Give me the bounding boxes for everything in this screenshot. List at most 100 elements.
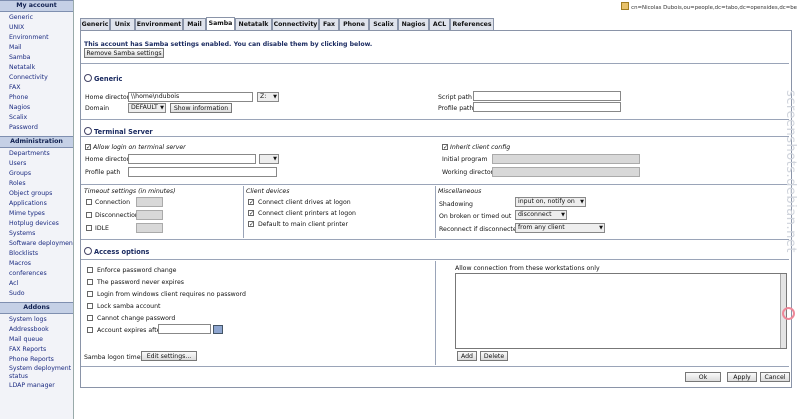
script-path-input[interactable] — [473, 91, 621, 101]
password-never-expires-checkbox[interactable] — [87, 279, 93, 285]
apply-button[interactable]: Apply — [727, 372, 757, 382]
connect-drives-checkbox[interactable]: ✓ — [248, 199, 254, 206]
no-password-login-checkbox[interactable] — [87, 291, 93, 297]
sidebar-item-departments[interactable]: Departments — [9, 149, 73, 159]
profile-path-label: Profile path — [438, 105, 474, 112]
ts-home-directory-input[interactable] — [128, 154, 256, 164]
sidebar-item-blocklists[interactable]: Blocklists — [9, 249, 73, 259]
sidebar-item-connectivity[interactable]: Connectivity — [9, 73, 73, 83]
sidebar: My account Generic UNIX Environment Mail… — [0, 0, 74, 419]
cannot-change-password-label: Cannot change password — [97, 315, 176, 322]
edit-settings-button[interactable]: Edit settings... — [141, 351, 197, 361]
sidebar-item-software-deployment[interactable]: Software deployment — [9, 239, 73, 249]
section-terminal-server: Terminal Server — [84, 127, 153, 136]
idle-checkbox[interactable] — [86, 225, 92, 231]
sidebar-item-groups[interactable]: Groups — [9, 169, 73, 179]
sidebar-item-nagios[interactable]: Nagios — [9, 103, 73, 113]
connection-checkbox[interactable] — [86, 199, 92, 205]
sidebar-item-roles[interactable]: Roles — [9, 179, 73, 189]
show-information-button[interactable]: Show information — [170, 103, 232, 113]
sidebar-item-object-groups[interactable]: Object groups — [9, 189, 73, 199]
sidebar-item-netatalk[interactable]: Netatalk — [9, 63, 73, 73]
domain-select[interactable]: DEFAULT ▼ — [128, 103, 166, 113]
initial-program-input[interactable] — [492, 154, 640, 164]
terminal-icon — [84, 127, 92, 135]
samba-status-text: This account has Samba settings enabled.… — [84, 41, 373, 48]
sidebar-item-samba[interactable]: Samba — [9, 53, 73, 63]
sidebar-item-generic[interactable]: Generic — [9, 13, 73, 23]
sidebar-item-unix[interactable]: UNIX — [9, 23, 73, 33]
disconnection-timeout-input[interactable] — [136, 210, 163, 220]
profile-path-input[interactable] — [473, 102, 621, 112]
default-printer-checkbox[interactable]: ✓ — [248, 221, 254, 228]
tab-fax[interactable]: Fax — [319, 18, 339, 30]
sidebar-item-fax-reports[interactable]: FAX Reports — [9, 345, 73, 355]
workstations-list[interactable] — [455, 273, 787, 349]
allow-login-checkbox[interactable]: ✓ — [85, 144, 91, 151]
ts-drive-select[interactable]: ▼ — [259, 154, 279, 164]
sidebar-item-macros[interactable]: Macros — [9, 259, 73, 269]
sidebar-item-mime-types[interactable]: Mime types — [9, 209, 73, 219]
tab-mail[interactable]: Mail — [183, 18, 206, 30]
tab-phone[interactable]: Phone — [339, 18, 369, 30]
ok-button[interactable]: Ok — [685, 372, 721, 382]
tab-references[interactable]: References — [450, 18, 494, 30]
tab-unix[interactable]: Unix — [110, 18, 135, 30]
sidebar-item-environment[interactable]: Environment — [9, 33, 73, 43]
sidebar-item-systems[interactable]: Systems — [9, 229, 73, 239]
tab-connectivity[interactable]: Connectivity — [272, 18, 319, 30]
sidebar-item-acl[interactable]: Acl — [9, 279, 73, 289]
connection-timeout-input[interactable] — [136, 197, 163, 207]
home-directory-input[interactable]: \\home\ndubois — [128, 92, 253, 102]
delete-workstation-button[interactable]: Delete — [480, 351, 508, 361]
sidebar-item-fax[interactable]: FAX — [9, 83, 73, 93]
sidebar-item-scalix[interactable]: Scalix — [9, 113, 73, 123]
sidebar-item-password[interactable]: Password — [9, 123, 73, 133]
inherit-client-config-checkbox[interactable]: ✓ — [442, 144, 448, 151]
sidebar-item-users[interactable]: Users — [9, 159, 73, 169]
account-expiry-date-input[interactable] — [158, 324, 211, 334]
connect-printers-checkbox[interactable]: ✓ — [248, 210, 254, 217]
account-expires-checkbox[interactable] — [87, 327, 93, 333]
account-expires-label: Account expires after — [97, 327, 163, 334]
sidebar-item-phone-reports[interactable]: Phone Reports — [9, 355, 73, 365]
drive-select[interactable]: Z: ▼ — [257, 92, 279, 102]
enforce-password-change-checkbox[interactable] — [87, 267, 93, 273]
idle-timeout-input[interactable] — [136, 223, 163, 233]
tab-environment[interactable]: Environment — [135, 18, 183, 30]
cancel-button[interactable]: Cancel — [760, 372, 790, 382]
sidebar-item-mail[interactable]: Mail — [9, 43, 73, 53]
sidebar-item-mail-queue[interactable]: Mail queue — [9, 335, 73, 345]
tab-netatalk[interactable]: Netatalk — [235, 18, 272, 30]
disconnection-checkbox[interactable] — [86, 212, 92, 218]
sidebar-item-addressbook[interactable]: Addressbook — [9, 325, 73, 335]
cannot-change-password-checkbox[interactable] — [87, 315, 93, 321]
tab-generic[interactable]: Generic — [80, 18, 110, 30]
sidebar-item-applications[interactable]: Applications — [9, 199, 73, 209]
remove-samba-button[interactable]: Remove Samba settings — [84, 48, 164, 58]
shadowing-select[interactable]: input on, notify on ▼ — [515, 197, 586, 207]
broken-timeout-select[interactable]: disconnect ▼ — [515, 210, 567, 220]
tab-nagios[interactable]: Nagios — [398, 18, 429, 30]
sidebar-item-conferences[interactable]: conferences — [9, 269, 73, 279]
tab-scalix[interactable]: Scalix — [369, 18, 398, 30]
ts-profile-path-input[interactable] — [128, 167, 277, 177]
divider — [81, 63, 789, 64]
client-devices-title: Client devices — [246, 188, 290, 195]
divider — [81, 259, 789, 260]
sidebar-item-system-deployment-status[interactable]: System deployment status — [9, 365, 73, 381]
sidebar-item-phone[interactable]: Phone — [9, 93, 73, 103]
sidebar-item-system-logs[interactable]: System logs — [9, 315, 73, 325]
broken-timeout-value: disconnect — [518, 211, 552, 218]
tab-acl[interactable]: ACL — [429, 18, 450, 30]
lock-samba-account-checkbox[interactable] — [87, 303, 93, 309]
tab-samba[interactable]: Samba — [206, 17, 235, 30]
reconnect-select[interactable]: from any client ▼ — [515, 223, 605, 233]
sidebar-item-ldap-manager[interactable]: LDAP manager — [9, 381, 73, 391]
sidebar-item-sudo[interactable]: Sudo — [9, 289, 73, 299]
sidebar-item-hotplug-devices[interactable]: Hotplug devices — [9, 219, 73, 229]
add-workstation-button[interactable]: Add — [457, 351, 477, 361]
calendar-icon[interactable] — [213, 325, 223, 334]
working-directory-input[interactable] — [492, 167, 640, 177]
watermark: screenshots.debian.net — [783, 90, 798, 253]
